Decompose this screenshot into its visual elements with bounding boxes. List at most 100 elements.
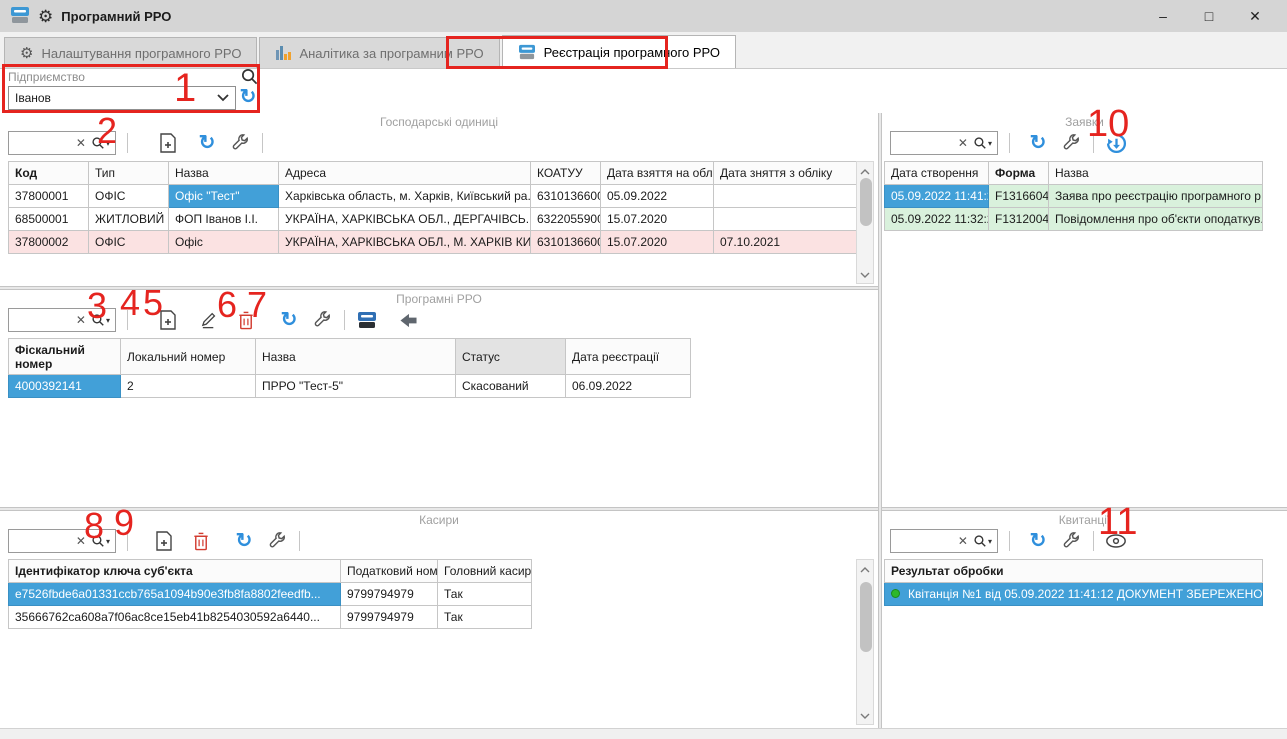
col-address[interactable]: Адреса (279, 162, 531, 185)
add-document-icon[interactable] (153, 530, 175, 552)
units-search-input[interactable] (14, 136, 71, 150)
cashiers-search-box[interactable]: ✕ ▾ (8, 529, 116, 553)
wrench-icon[interactable] (1060, 530, 1082, 552)
refresh-icon[interactable]: ↻ (196, 132, 218, 154)
col-date-dereg[interactable]: Дата зняття з обліку (714, 162, 859, 185)
chevron-down-icon[interactable] (860, 708, 870, 722)
delete-trash-icon[interactable] (235, 309, 257, 331)
toolbar-separator (1093, 133, 1094, 153)
col-processing-result[interactable]: Результат обробки (885, 560, 1263, 583)
selected-cell[interactable]: 05.09.2022 11:41:20 (885, 185, 989, 208)
wrench-icon[interactable] (311, 309, 333, 331)
selected-cell[interactable]: Квітанція №1 від 05.09.2022 11:41:12 ДОК… (885, 583, 1263, 606)
col-code[interactable]: Код (9, 162, 89, 185)
minimize-button[interactable]: – (1153, 8, 1173, 24)
col-reg-date[interactable]: Дата реєстрації (566, 339, 691, 375)
col-type[interactable]: Тип (89, 162, 169, 185)
maximize-button[interactable]: □ (1199, 8, 1219, 24)
units-search-box[interactable]: ✕ ▾ (8, 131, 116, 155)
col-key-id[interactable]: Ідентифікатор ключа суб'єкта (9, 560, 341, 583)
scroll-thumb[interactable] (860, 582, 872, 652)
receipts-search-input[interactable] (896, 534, 953, 548)
refresh-icon[interactable]: ↻ (1027, 132, 1049, 154)
col-chief-cashier[interactable]: Головний касир (438, 560, 532, 583)
units-header-row: Код Тип Назва Адреса КОАТУУ Дата взяття … (9, 162, 859, 185)
eye-icon[interactable] (1105, 530, 1127, 552)
chevron-up-icon[interactable] (860, 562, 870, 576)
clear-icon[interactable]: ✕ (958, 534, 968, 548)
applications-search-input[interactable] (896, 136, 953, 150)
col-date-reg[interactable]: Дата взяття на облік (601, 162, 714, 185)
search-filter-icon[interactable]: ▾ (91, 534, 110, 548)
col-name[interactable]: Назва (1049, 162, 1263, 185)
selected-cell[interactable]: 4000392141 (9, 375, 121, 398)
clear-icon[interactable]: ✕ (76, 136, 86, 150)
cashiers-table: Ідентифікатор ключа суб'єкта Податковий … (8, 559, 532, 629)
prro-search-box[interactable]: ✕ ▾ (8, 308, 116, 332)
wrench-icon[interactable] (229, 132, 251, 154)
sync-receive-icon[interactable] (1105, 132, 1127, 154)
cashiers-toolbar: ✕ ▾ ↻ (0, 526, 878, 556)
col-name[interactable]: Назва (169, 162, 279, 185)
cashiers-scrollbar[interactable] (856, 559, 874, 725)
search-filter-icon[interactable]: ▾ (973, 136, 992, 150)
delete-trash-icon[interactable] (190, 530, 212, 552)
chevron-up-icon[interactable] (860, 164, 870, 178)
col-local-number[interactable]: Локальний номер (121, 339, 256, 375)
wrench-icon[interactable] (1060, 132, 1082, 154)
table-row: 05.09.2022 11:41:20 F1316604 Заява про р… (885, 185, 1263, 208)
receipts-search-box[interactable]: ✕ ▾ (890, 529, 998, 553)
units-scrollbar[interactable] (856, 161, 874, 284)
search-filter-icon[interactable]: ▾ (91, 313, 110, 327)
applications-search-box[interactable]: ✕ ▾ (890, 131, 998, 155)
cashiers-header-row: Ідентифікатор ключа суб'єкта Податковий … (9, 560, 532, 583)
prro-table: Фіскальний номер Локальний номер Назва С… (8, 338, 691, 398)
wrench-icon[interactable] (266, 530, 288, 552)
toolbar-separator (1009, 531, 1010, 551)
tab-strip: ⚙ Налаштування програмного РРО Аналітика… (0, 32, 1287, 69)
tab-registration[interactable]: Реєстрація програмного РРО (502, 35, 736, 68)
col-koatuu[interactable]: КОАТУУ (531, 162, 601, 185)
table-row: 05.09.2022 11:32:27 F1312004 Повідомленн… (885, 208, 1263, 231)
edit-pencil-icon[interactable] (198, 309, 220, 331)
clear-icon[interactable]: ✕ (76, 313, 86, 327)
toolbar-separator (127, 133, 128, 153)
units-title: Господарські одиниці (0, 113, 878, 128)
table-row: 37800001 ОФІС Офіс "Тест" Харківська обл… (9, 185, 859, 208)
refresh-icon[interactable]: ↻ (233, 530, 255, 552)
col-creation-date[interactable]: Дата створення (885, 162, 989, 185)
col-tax-number[interactable]: Податковий номер (341, 560, 438, 583)
search-filter-icon[interactable]: ▾ (91, 136, 110, 150)
search-filter-icon[interactable]: ▾ (973, 534, 992, 548)
prro-search-input[interactable] (14, 313, 71, 327)
tab-analytics[interactable]: Аналітика за програмним РРО (259, 37, 499, 68)
chevron-down-icon[interactable] (860, 267, 870, 281)
register-icon[interactable] (356, 309, 378, 331)
add-document-icon[interactable] (157, 309, 179, 331)
close-button[interactable]: ✕ (1245, 8, 1265, 25)
table-row-deregistered: 37800002 ОФІС Офіс УКРАЇНА, ХАРКІВСЬКА О… (9, 231, 859, 254)
section-cashiers: Касири ✕ ▾ ↻ (0, 511, 878, 728)
selected-cell[interactable]: Офіс "Тест" (169, 185, 279, 208)
col-status[interactable]: Статус (456, 339, 566, 375)
clear-icon[interactable]: ✕ (958, 136, 968, 150)
add-document-icon[interactable] (157, 132, 179, 154)
cashiers-search-input[interactable] (14, 534, 71, 548)
units-table: Код Тип Назва Адреса КОАТУУ Дата взяття … (8, 161, 859, 254)
refresh-icon[interactable]: ↻ (1027, 530, 1049, 552)
search-icon[interactable] (238, 65, 260, 87)
table-row: e7526fbde6a01331ccb765a1094b90e3fb8fa880… (9, 583, 532, 606)
scroll-thumb[interactable] (860, 178, 872, 226)
col-form[interactable]: Форма (989, 162, 1049, 185)
clear-icon[interactable]: ✕ (76, 534, 86, 548)
col-name[interactable]: Назва (256, 339, 456, 375)
applications-table: Дата створення Форма Назва 05.09.2022 11… (884, 161, 1263, 231)
refresh-icon[interactable]: ↻ (237, 86, 259, 108)
refresh-icon[interactable]: ↻ (278, 309, 300, 331)
col-fiscal-number[interactable]: Фіскальний номер (9, 339, 121, 375)
selected-cell[interactable]: e7526fbde6a01331ccb765a1094b90e3fb8fa880… (9, 583, 341, 606)
enterprise-combobox[interactable]: Іванов (8, 86, 236, 110)
section-receipts: Квитанції ✕ ▾ ↻ Результат о (882, 511, 1287, 728)
tab-settings[interactable]: ⚙ Налаштування програмного РРО (4, 37, 257, 68)
back-arrow-icon[interactable] (397, 309, 419, 331)
